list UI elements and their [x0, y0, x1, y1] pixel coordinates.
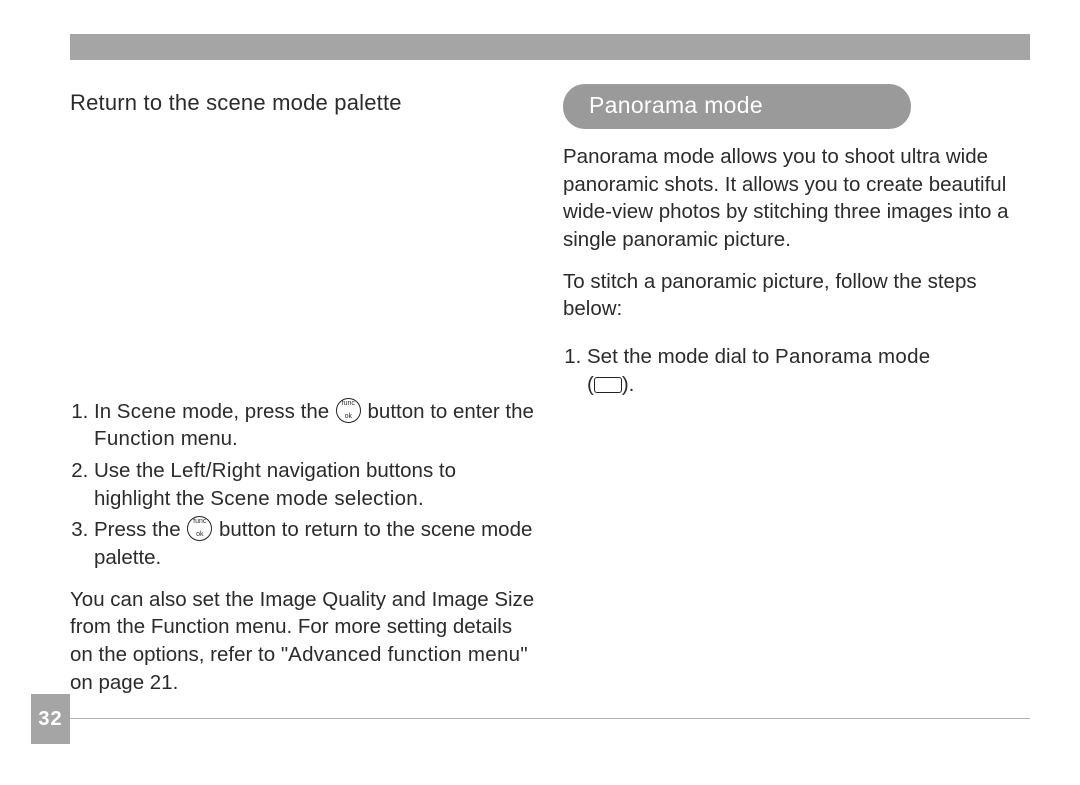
text: ). — [622, 373, 635, 396]
right-step-1: Set the mode dial to Panorama mode (). — [587, 343, 1030, 398]
advanced-function-menu-label: Advanced function menu — [288, 643, 520, 666]
top-bar — [70, 34, 1030, 60]
text: In — [94, 400, 117, 423]
right-steps: Set the mode dial to Panorama mode (). — [563, 343, 1030, 398]
left-steps: In Scene mode, press the button to enter… — [70, 398, 537, 572]
scene-mode-selection-label: Scene mode selection — [210, 487, 418, 510]
text: . — [418, 487, 424, 510]
text: Set the mode dial to — [587, 345, 775, 368]
left-note: You can also set the Image Quality and I… — [70, 586, 537, 697]
left-step-2: Use the Left/Right navigation buttons to… — [94, 457, 537, 512]
text: button to enter the — [362, 400, 534, 423]
page-content: Return to the scene mode palette In Scen… — [70, 78, 1030, 696]
page-number: 32 — [38, 708, 62, 731]
text: mode, press the — [176, 400, 334, 423]
text: Press the — [94, 518, 186, 541]
text: ( — [587, 373, 594, 396]
panorama-instructions: To stitch a panoramic picture, follow th… — [563, 268, 1030, 323]
panorama-mode-label: Panorama mode — [775, 345, 930, 368]
func-ok-icon — [187, 516, 212, 541]
function-label: Function — [94, 427, 175, 450]
left-column: Return to the scene mode palette In Scen… — [70, 78, 537, 696]
right-column: Panorama mode Panorama mode allows you t… — [563, 78, 1030, 696]
footer-rule — [70, 718, 1030, 719]
panorama-icon — [594, 377, 622, 393]
panorama-intro: Panorama mode allows you to shoot ultra … — [563, 143, 1030, 254]
left-step-3: Press the button to return to the scene … — [94, 516, 537, 571]
left-step-1: In Scene mode, press the button to enter… — [94, 398, 537, 453]
page-number-tab: 32 — [31, 694, 70, 744]
section-pill-panorama: Panorama mode — [563, 84, 911, 129]
text: menu. — [175, 427, 238, 450]
text: Use the — [94, 459, 170, 482]
scene-label: Scene — [117, 400, 177, 423]
left-right-label: Left/Right — [170, 459, 261, 482]
left-heading: Return to the scene mode palette — [70, 88, 537, 118]
image-placeholder — [70, 118, 537, 378]
func-ok-icon — [336, 398, 361, 423]
